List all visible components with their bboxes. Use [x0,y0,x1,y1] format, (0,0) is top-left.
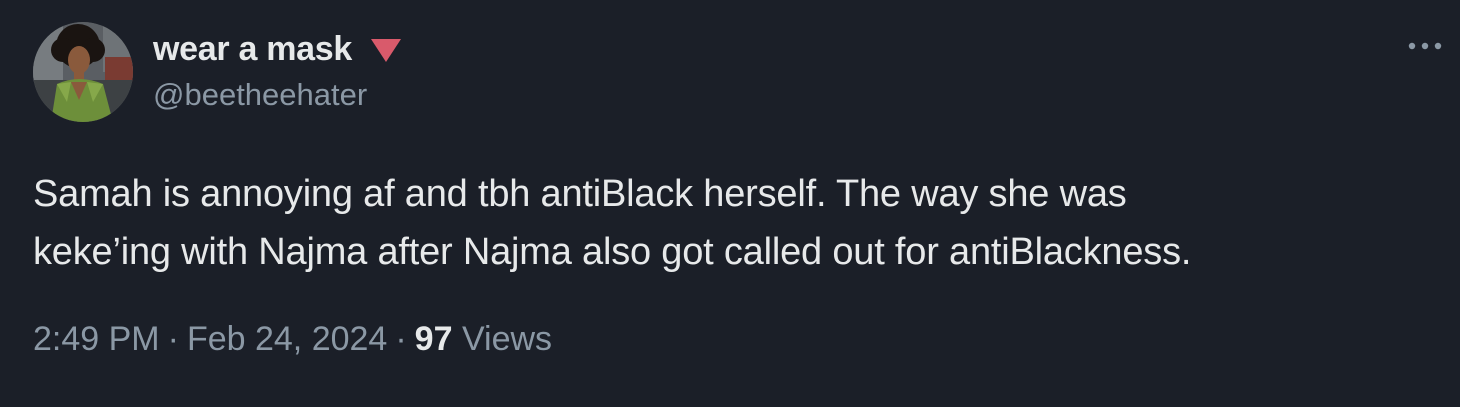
tweet-meta: 2:49 PM · Feb 24, 2024 · 97 Views [33,320,552,359]
more-horizontal-icon[interactable] [1405,34,1445,58]
views-label: Views [461,320,553,358]
downward-triangle-icon [370,37,402,63]
tweet-text: Samah is annoying af and tbh antiBlack h… [33,165,1423,281]
avatar[interactable] [33,22,133,122]
separator: · [167,320,179,358]
avatar-illustration [33,22,133,122]
tweet-date[interactable]: Feb 24, 2024 [187,320,387,358]
separator: · [395,320,407,358]
views-count: 97 [414,320,453,358]
user-handle[interactable]: @beetheehater [153,77,367,113]
tweet-time[interactable]: 2:49 PM [33,320,160,358]
tweet-text-line: Samah is annoying af and tbh antiBlack h… [33,173,1127,215]
tweet-card: wear a mask @beetheehater Samah is annoy… [0,0,1460,407]
tweet-text-line: keke’ing with Najma after Najma also got… [33,231,1192,273]
display-name-row: wear a mask [153,27,402,71]
display-name[interactable]: wear a mask [153,30,352,69]
